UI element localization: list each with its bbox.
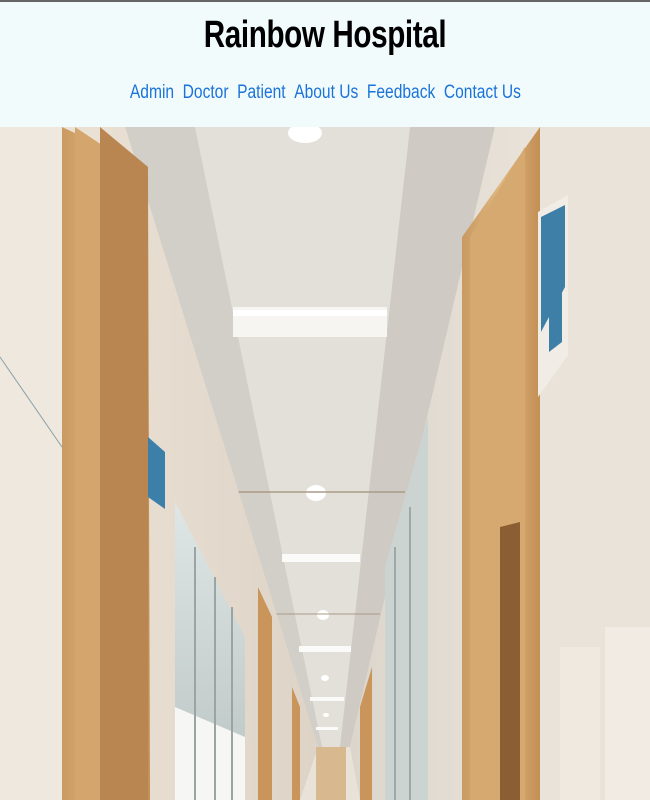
hero-corridor-image [0,127,650,800]
site-header: Rainbow Hospital Admin Doctor Patient Ab… [0,2,650,127]
main-nav: Admin Doctor Patient About Us Feedback C… [0,82,650,104]
nav-links: Admin Doctor Patient About Us Feedback C… [127,82,523,104]
nav-link-feedback[interactable]: Feedback [366,82,434,103]
nav-link-contact-us[interactable]: Contact Us [443,82,520,103]
nav-link-patient[interactable]: Patient [237,82,286,103]
nav-link-admin[interactable]: Admin [129,82,173,103]
nav-link-doctor[interactable]: Doctor [182,82,228,103]
nav-link-about-us[interactable]: About Us [294,82,358,103]
site-title: Rainbow Hospital [203,14,447,56]
